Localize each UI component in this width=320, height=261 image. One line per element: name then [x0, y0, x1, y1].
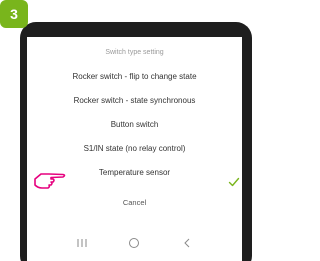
- cancel-button[interactable]: Cancel: [27, 198, 242, 207]
- phone-screen: Switch type setting Rocker switch - flip…: [27, 37, 242, 261]
- recent-apps-icon: [77, 239, 87, 247]
- option-s1-in-state[interactable]: S1/IN state (no relay control): [27, 139, 242, 159]
- pointing-hand-icon: [34, 173, 66, 189]
- option-rocker-synchronous[interactable]: Rocker switch - state synchronous: [27, 91, 242, 111]
- home-icon: [129, 238, 139, 248]
- option-rocker-flip[interactable]: Rocker switch - flip to change state: [27, 67, 242, 87]
- back-button[interactable]: [177, 236, 197, 250]
- check-icon: [228, 177, 240, 187]
- option-button-switch[interactable]: Button switch: [27, 115, 242, 135]
- step-number-badge: 3: [0, 0, 28, 28]
- dialog-title: Switch type setting: [105, 49, 164, 56]
- back-icon: [184, 238, 190, 248]
- home-button[interactable]: [124, 236, 144, 250]
- tutorial-illustration: Switch type setting Rocker switch - flip…: [0, 0, 252, 261]
- recent-apps-button[interactable]: [72, 236, 92, 250]
- system-navigation-bar: [27, 224, 242, 261]
